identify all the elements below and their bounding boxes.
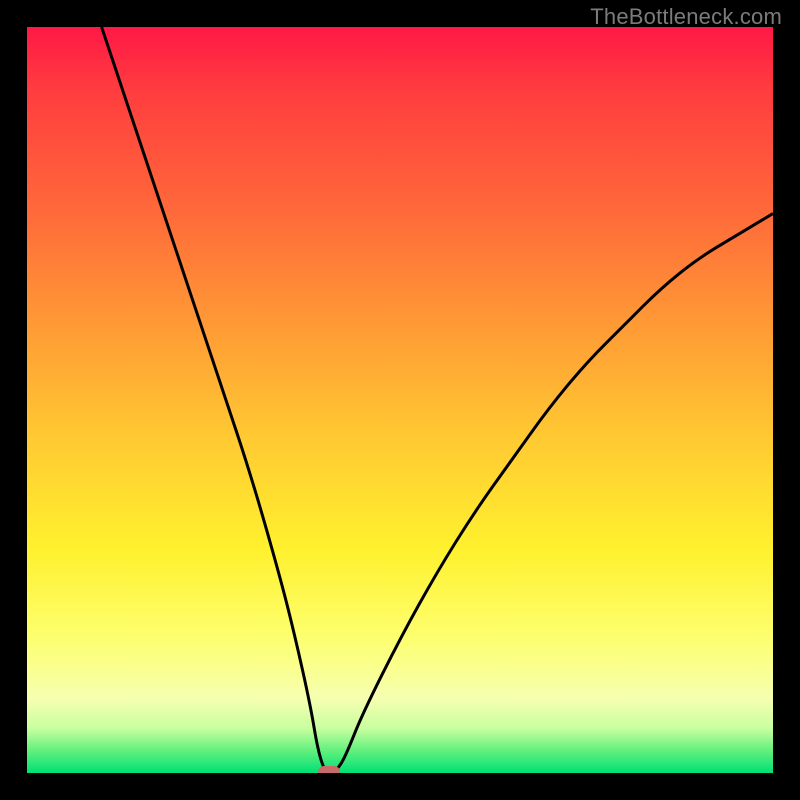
- plot-area: [27, 27, 773, 773]
- curve-svg: [27, 27, 773, 773]
- bottleneck-curve: [102, 27, 773, 773]
- bottleneck-marker: [318, 766, 340, 773]
- chart-frame: TheBottleneck.com: [0, 0, 800, 800]
